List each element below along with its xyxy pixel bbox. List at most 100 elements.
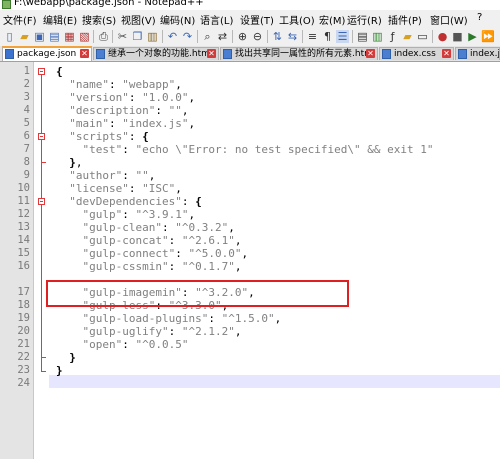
play-multiple-icon[interactable]: ⏩ <box>481 30 495 43</box>
fold-toggle-icon[interactable] <box>38 68 45 75</box>
new-file-icon[interactable]: ▯ <box>3 30 16 43</box>
close-tab-icon[interactable]: ✕ <box>442 49 451 58</box>
close-tab-icon[interactable]: ✕ <box>80 49 89 58</box>
line-number: 2 <box>23 78 30 90</box>
line-number: 20 <box>17 325 30 337</box>
menu-language[interactable]: 语言(L) <box>200 12 233 27</box>
toolbar-separator <box>302 30 303 43</box>
fold-toggle-icon[interactable] <box>38 198 45 205</box>
copy-icon[interactable]: ❐ <box>131 30 144 43</box>
cut-icon[interactable]: ✂ <box>116 30 129 43</box>
menu-run[interactable]: 运行(R) <box>347 12 382 27</box>
code-line: "main": "index.js", <box>69 117 196 130</box>
toolbar-separator <box>432 30 433 43</box>
code-line: { <box>56 65 63 78</box>
current-line-highlight <box>49 375 500 388</box>
line-number: 13 <box>17 221 30 233</box>
toolbar-separator <box>162 30 163 43</box>
zoom-out-icon[interactable]: ⊖ <box>251 30 264 43</box>
undo-icon[interactable]: ↶ <box>166 30 179 43</box>
open-file-icon[interactable]: ▰ <box>18 30 31 43</box>
menu-view[interactable]: 视图(V) <box>121 12 156 27</box>
tab-label: 继承一个对象的功能.html <box>108 49 213 59</box>
find-icon[interactable]: ⌕ <box>201 30 214 43</box>
tab-index-js[interactable]: index.js <box>455 47 500 60</box>
doc-map-icon[interactable]: ▥ <box>371 30 384 43</box>
code-line: "gulp": "^3.9.1", <box>82 208 196 221</box>
fold-toggle-icon[interactable] <box>38 133 45 140</box>
line-number: 19 <box>17 312 30 324</box>
line-number: 8 <box>23 156 30 168</box>
replace-icon[interactable]: ⇄ <box>216 30 229 43</box>
close-tab-icon[interactable]: ✕ <box>207 49 216 58</box>
line-number: 14 <box>17 234 30 246</box>
menu-window[interactable]: 窗口(W) <box>430 12 468 27</box>
code-line: "gulp-connect": "^5.0.0", <box>82 247 249 260</box>
file-icon <box>96 49 105 59</box>
menu-edit[interactable]: 编辑(E) <box>43 12 77 27</box>
code-line: "gulp-concat": "^2.6.1", <box>82 234 242 247</box>
stop-icon[interactable]: ■ <box>451 30 464 43</box>
zoom-in-icon[interactable]: ⊕ <box>236 30 249 43</box>
toolbar: ▯ ▰ ▣ ▤ ▦ ▧ ⎙ ✂ ❐ ▥ ↶ ↷ ⌕ ⇄ ⊕ ⊖ ⇅ ⇆ ≡ ¶ … <box>0 27 500 47</box>
menu-tools[interactable]: 工具(O) <box>279 12 315 27</box>
record-icon[interactable]: ● <box>436 30 449 43</box>
word-wrap-icon[interactable]: ≡ <box>306 30 319 43</box>
menu-settings[interactable]: 设置(T) <box>240 12 274 27</box>
tab-label: package.json <box>17 49 77 59</box>
fold-end-marker <box>41 357 46 358</box>
line-number: 4 <box>23 104 30 116</box>
lang-icon[interactable]: ▤ <box>356 30 369 43</box>
function-list-icon[interactable]: ƒ <box>386 30 399 43</box>
menu-help[interactable]: ? <box>477 12 482 23</box>
tab-inherit-html[interactable]: 继承一个对象的功能.html ✕ <box>93 47 219 60</box>
play-icon[interactable]: ▶ <box>466 30 479 43</box>
print-icon[interactable]: ⎙ <box>97 30 110 43</box>
tab-label: index.js <box>470 49 500 59</box>
tab-package-json[interactable]: package.json ✕ <box>2 46 92 61</box>
window-title: F:\webapp\package.json - Notepad++ <box>14 0 204 8</box>
tab-index-css[interactable]: index.css ✕ <box>379 47 454 60</box>
close-icon[interactable]: ▦ <box>63 30 76 43</box>
code-line: "open": "^0.0.5" <box>82 338 189 351</box>
sync-h-icon[interactable]: ⇆ <box>286 30 299 43</box>
menu-file[interactable]: 文件(F) <box>3 12 37 27</box>
line-number: 5 <box>23 117 30 129</box>
toolbar-separator <box>267 30 268 43</box>
close-tab-icon[interactable]: ✕ <box>366 49 375 58</box>
menu-encoding[interactable]: 编码(N) <box>160 12 195 27</box>
code-line: "test": "echo \"Error: no test specified… <box>82 143 434 156</box>
code-line: } <box>69 351 76 364</box>
line-number: 22 <box>17 351 30 363</box>
folder-workspace-icon[interactable]: ▰ <box>401 30 414 43</box>
line-number: 16 <box>17 260 30 272</box>
tab-shared-attr-html[interactable]: 找出共享同一属性的所有元素.html ✕ <box>220 47 378 60</box>
file-icon <box>5 49 14 59</box>
code-line: "gulp-load-plugins": "^1.5.0", <box>82 312 282 325</box>
line-number: 9 <box>23 169 30 181</box>
menu-search[interactable]: 搜索(S) <box>82 12 116 27</box>
monitor-icon[interactable]: ▭ <box>416 30 429 43</box>
save-icon[interactable]: ▣ <box>33 30 46 43</box>
code-editor[interactable]: 1 2 3 4 5 6 7 8 9 10 11 12 13 14 15 16 1… <box>0 62 500 459</box>
fold-guide-line <box>41 75 42 372</box>
code-line: "devDependencies": { <box>69 195 202 208</box>
sync-v-icon[interactable]: ⇅ <box>271 30 284 43</box>
save-all-icon[interactable]: ▤ <box>48 30 61 43</box>
close-all-icon[interactable]: ▧ <box>78 30 91 43</box>
redo-icon[interactable]: ↷ <box>181 30 194 43</box>
menu-macro[interactable]: 宏(M) <box>319 12 345 27</box>
show-all-icon[interactable]: ¶ <box>321 30 334 43</box>
menu-plugins[interactable]: 插件(P) <box>388 12 422 27</box>
code-line: "gulp-cssmin": "^0.1.7", <box>82 260 242 273</box>
line-number: 18 <box>17 299 30 311</box>
line-number: 17 <box>17 286 30 298</box>
notepad-app-icon <box>2 0 11 9</box>
paste-icon[interactable]: ▥ <box>146 30 159 43</box>
code-line: "author": "", <box>69 169 156 182</box>
line-number: 24 <box>17 377 30 389</box>
indent-guide-icon[interactable]: ☰ <box>336 30 349 43</box>
line-number: 12 <box>17 208 30 220</box>
code-line: "name": "webapp", <box>69 78 182 91</box>
code-line: "license": "ISC", <box>69 182 182 195</box>
